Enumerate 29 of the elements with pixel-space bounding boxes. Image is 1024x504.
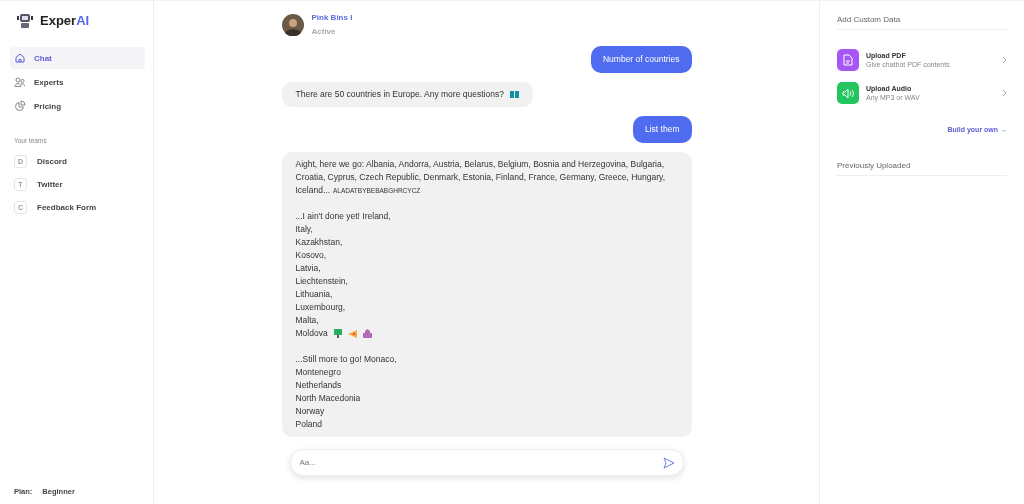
message-field[interactable]: Aa... — [289, 449, 684, 476]
team-label: Discord — [37, 157, 67, 166]
user-message: Number of countries — [590, 46, 692, 73]
nav-item[interactable]: Experts — [10, 71, 145, 93]
nav-item[interactable]: Pricing — [10, 95, 145, 117]
users-icon — [14, 76, 26, 88]
panel-heading: Previously Uploaded — [837, 161, 1007, 176]
chevron-icon — [1002, 89, 1007, 97]
team-label: Twitter — [37, 180, 63, 189]
robot-logo-icon — [16, 11, 34, 29]
brand-name: ExperAI — [40, 12, 90, 28]
pie-chart-icon — [14, 100, 26, 112]
tree-icon — [333, 329, 342, 338]
speaker-icon — [841, 87, 855, 99]
contact-name: Pink Bins I — [311, 13, 353, 22]
user-message: List them — [633, 116, 692, 143]
avatar — [281, 13, 304, 36]
pizza-slice-icon — [347, 329, 357, 338]
chevron-icon — [1002, 56, 1007, 64]
home-icon — [14, 52, 26, 64]
bot-message: There are 50 countries in Europe. Any more questions? — [281, 82, 533, 107]
team-label: Feedback Form — [37, 203, 97, 212]
panel-heading: Add Custom Data — [837, 15, 1007, 30]
nav-item[interactable]: Chat — [10, 47, 145, 69]
book-icon — [509, 91, 519, 98]
document-icon — [843, 54, 853, 66]
castle-icon — [362, 329, 372, 338]
contact-status: Active — [311, 27, 337, 36]
send-icon[interactable] — [662, 457, 675, 469]
